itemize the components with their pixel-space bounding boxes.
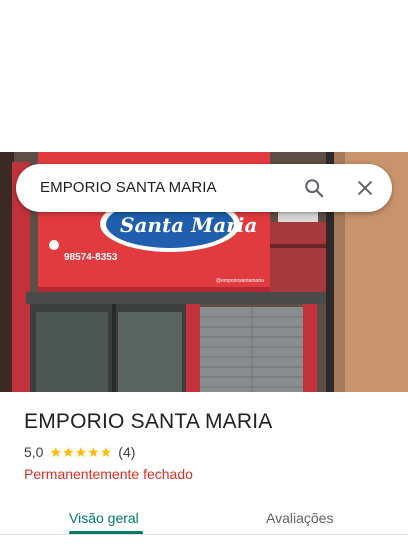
place-info-panel: EMPORIO SANTA MARIA 5,0 ★ ★ ★ ★ ★ (4) Pe…	[0, 392, 408, 544]
closed-status: Permanentemente fechado	[24, 466, 193, 482]
search-icon	[305, 179, 324, 198]
sign-phone-text: 98574-8353	[64, 252, 118, 263]
search-input[interactable]: EMPORIO SANTA MARIA	[40, 164, 217, 212]
rating-value: 5,0	[24, 444, 44, 460]
star-icon: ★	[87, 444, 100, 460]
star-icon: ★	[49, 444, 63, 460]
clear-search-button[interactable]	[345, 164, 385, 212]
star-icon: ★	[62, 444, 75, 460]
star-rating: ★ ★ ★ ★ ★	[49, 445, 112, 459]
map-blank-area	[0, 0, 408, 152]
tabs-divider	[0, 534, 408, 535]
place-title: EMPORIO SANTA MARIA	[24, 410, 273, 433]
star-icon: ★	[74, 444, 88, 460]
rating-row[interactable]: 5,0 ★ ★ ★ ★ ★ (4)	[24, 444, 135, 460]
sign-brand-text: Santa Maria	[120, 213, 257, 237]
star-icon: ★	[99, 444, 113, 460]
close-icon	[358, 181, 372, 195]
search-box[interactable]: EMPORIO SANTA MARIA	[16, 164, 392, 212]
place-tabs: Visão geral Avaliações	[0, 496, 408, 544]
sign-handle-text: @emporiosantamaria	[216, 278, 264, 284]
search-button[interactable]	[294, 164, 334, 212]
review-count[interactable]: (4)	[118, 444, 135, 460]
